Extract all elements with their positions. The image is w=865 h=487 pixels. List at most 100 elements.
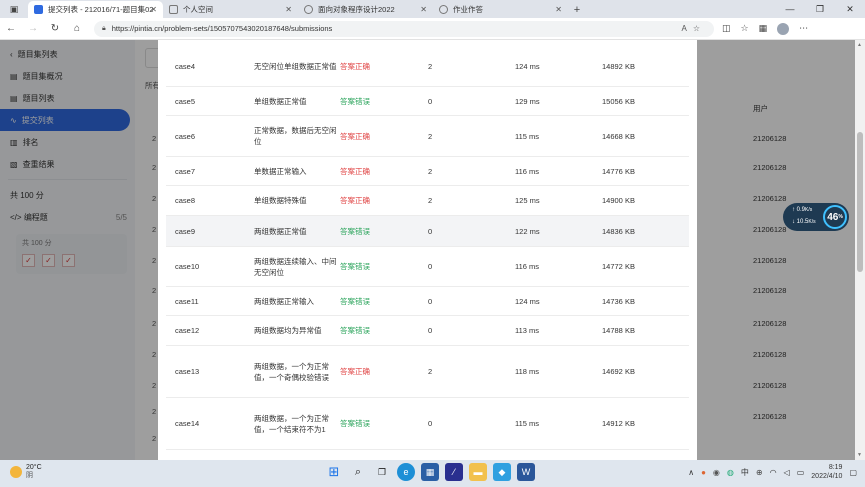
weather-widget[interactable]: 20°C 阴 xyxy=(10,464,42,480)
run-time: 129 ms xyxy=(515,96,540,106)
forward-icon[interactable]: → xyxy=(22,18,44,40)
close-tab-icon[interactable]: ✕ xyxy=(285,5,292,14)
scroll-down-icon[interactable]: ▼ xyxy=(857,452,862,458)
tab-personal-space[interactable]: 个人空间 ✕ xyxy=(163,1,298,18)
close-tab-icon[interactable]: ✕ xyxy=(555,5,562,14)
run-time: 116 ms xyxy=(515,166,540,176)
memory-usage: 14788 KB xyxy=(602,326,635,335)
word-icon[interactable]: W xyxy=(517,463,535,481)
volume-icon[interactable]: ◁ xyxy=(784,468,790,477)
performance-widget[interactable]: ↑ 0.9K/s ↓ 10.5K/s 46% xyxy=(783,203,849,231)
app-blue-icon[interactable]: ◆ xyxy=(493,463,511,481)
memory-usage: 14912 KB xyxy=(602,419,635,428)
notification-icon[interactable]: ▢ xyxy=(849,468,857,477)
search-icon[interactable]: ⌕ xyxy=(349,463,367,481)
score: 2 xyxy=(428,196,433,205)
score: 2 xyxy=(428,367,433,376)
result-row: case10 两组数据连续输入、中间无空闲位 答案错误 0 116 ms 14772 KB xyxy=(166,247,689,287)
back-icon[interactable]: ← xyxy=(0,18,22,40)
memory-usage: 14772 KB xyxy=(602,262,635,271)
run-time: 115 ms xyxy=(515,419,540,428)
tab-actions-icon[interactable]: ▣ xyxy=(0,0,28,18)
result-row: case4 无空闲位单组数据正常值 答案正确 2 124 ms 14892 KB xyxy=(166,46,689,87)
case-id: case9 xyxy=(175,226,196,236)
minimize-icon[interactable]: — xyxy=(775,0,805,18)
result-row: case9 两组数据正常值 答案错误 0 122 ms 14836 KB xyxy=(166,216,689,247)
test-name: 正常数据，数据后无空闲位 xyxy=(254,126,337,146)
refresh-icon[interactable]: ↻ xyxy=(44,18,66,40)
result-row: case11 两组数据正常输入 答案错误 0 124 ms 14736 KB xyxy=(166,287,689,316)
case-id: case11 xyxy=(175,296,199,306)
result-status: 答案错误 xyxy=(340,262,370,271)
result-status: 答案错误 xyxy=(340,96,370,106)
case-id: case12 xyxy=(175,326,200,335)
new-tab-button[interactable]: + xyxy=(568,1,586,18)
memory-usage: 14900 KB xyxy=(602,196,635,205)
ime-icon[interactable]: 中 xyxy=(741,467,749,478)
tray-app-icon[interactable]: ● xyxy=(701,468,706,477)
maximize-icon[interactable]: ❐ xyxy=(805,0,835,18)
memory-usage: 14692 KB xyxy=(602,367,635,376)
home-icon[interactable]: ⌂ xyxy=(66,18,88,40)
score: 2 xyxy=(428,61,433,71)
run-time: 125 ms xyxy=(515,196,540,205)
favorite-star-icon[interactable]: ☆ xyxy=(693,24,706,33)
case-id: case13 xyxy=(175,367,200,376)
profile-avatar-icon[interactable] xyxy=(777,22,790,35)
score: 2 xyxy=(428,131,433,141)
tray-app-icon[interactable]: ◍ xyxy=(727,468,734,477)
case-id: case6 xyxy=(175,131,196,141)
result-row: case14 两组数据，一个为正常值，一个结束符不为1 答案错误 0 115 ms 149… xyxy=(166,398,689,450)
battery-icon[interactable]: ▭ xyxy=(797,468,805,477)
more-icon[interactable]: ⋯ xyxy=(799,23,808,34)
tray-expand-icon[interactable]: ∧ xyxy=(688,468,694,477)
close-tab-icon[interactable]: ✕ xyxy=(150,5,157,14)
memory-usage: 14776 KB xyxy=(602,166,635,176)
score: 0 xyxy=(428,262,433,271)
read-aloud-icon[interactable]: A xyxy=(681,24,692,33)
store-icon[interactable]: ▦ xyxy=(421,463,439,481)
tray-app-icon[interactable]: ◉ xyxy=(713,468,720,477)
weather-icon xyxy=(10,466,22,478)
test-name: 两组数据正常输入 xyxy=(254,296,314,306)
page-scrollbar[interactable]: ▲ ▼ xyxy=(855,40,865,460)
tab-submissions[interactable]: 提交列表 - 212016/71-题目集02 ✕ xyxy=(28,1,163,18)
score: 0 xyxy=(428,296,433,306)
scroll-thumb[interactable] xyxy=(857,132,863,272)
test-name: 单数据正常输入 xyxy=(254,166,307,176)
case-id: case4 xyxy=(175,61,196,71)
result-row: case12 两组数据均为异常值 答案错误 0 113 ms 14788 KB xyxy=(166,316,689,346)
tray-app-icon[interactable]: ⊕ xyxy=(756,468,763,477)
close-window-icon[interactable]: ✕ xyxy=(835,0,865,18)
result-status: 答案正确 xyxy=(340,61,370,71)
file-explorer-icon[interactable]: ▬ xyxy=(469,463,487,481)
split-screen-icon[interactable]: ◫ xyxy=(722,23,731,34)
windows-start-icon[interactable]: ⊞ xyxy=(325,463,343,481)
close-tab-icon[interactable]: ✕ xyxy=(420,5,427,14)
weather-text: 20°C 阴 xyxy=(26,464,42,480)
download-unit: K/s xyxy=(808,219,816,225)
result-status: 答案错误 xyxy=(340,419,370,428)
memory-usage: 14736 KB xyxy=(602,296,635,306)
result-status: 答案正确 xyxy=(340,196,370,205)
scroll-up-icon[interactable]: ▲ xyxy=(857,42,862,48)
case-id: case7 xyxy=(175,166,196,176)
collections-icon[interactable]: ▦ xyxy=(759,23,768,34)
app-icon[interactable]: ⁄ xyxy=(445,463,463,481)
system-tray: ∧ ● ◉ ◍ 中 ⊕ ◠ ◁ ▭ 8:19 2022/4/10 ▢ xyxy=(688,463,857,481)
url-field[interactable]: 🔒︎ https://pintia.cn/problem-sets/150570… xyxy=(94,20,714,37)
result-row: case8 单组数据特殊值 答案正确 2 125 ms 14900 KB xyxy=(166,186,689,216)
tab-favicon-icon xyxy=(169,5,178,14)
case-id: case8 xyxy=(175,196,196,205)
task-view-icon[interactable]: ❐ xyxy=(373,463,391,481)
test-name: 单组数据正常值 xyxy=(254,96,307,106)
result-status: 答案错误 xyxy=(340,226,370,236)
tab-homework[interactable]: 作业作答 ✕ xyxy=(433,1,568,18)
clock[interactable]: 8:19 2022/4/10 xyxy=(811,463,842,481)
wifi-icon[interactable]: ◠ xyxy=(770,468,777,477)
favorites-icon[interactable]: ☆ xyxy=(741,23,749,34)
tab-oop-design[interactable]: 面向对象程序设计2022 ✕ xyxy=(298,1,433,18)
edge-icon[interactable]: e xyxy=(397,463,415,481)
run-time: 118 ms xyxy=(515,367,540,376)
test-name: 单组数据特殊值 xyxy=(254,196,307,205)
